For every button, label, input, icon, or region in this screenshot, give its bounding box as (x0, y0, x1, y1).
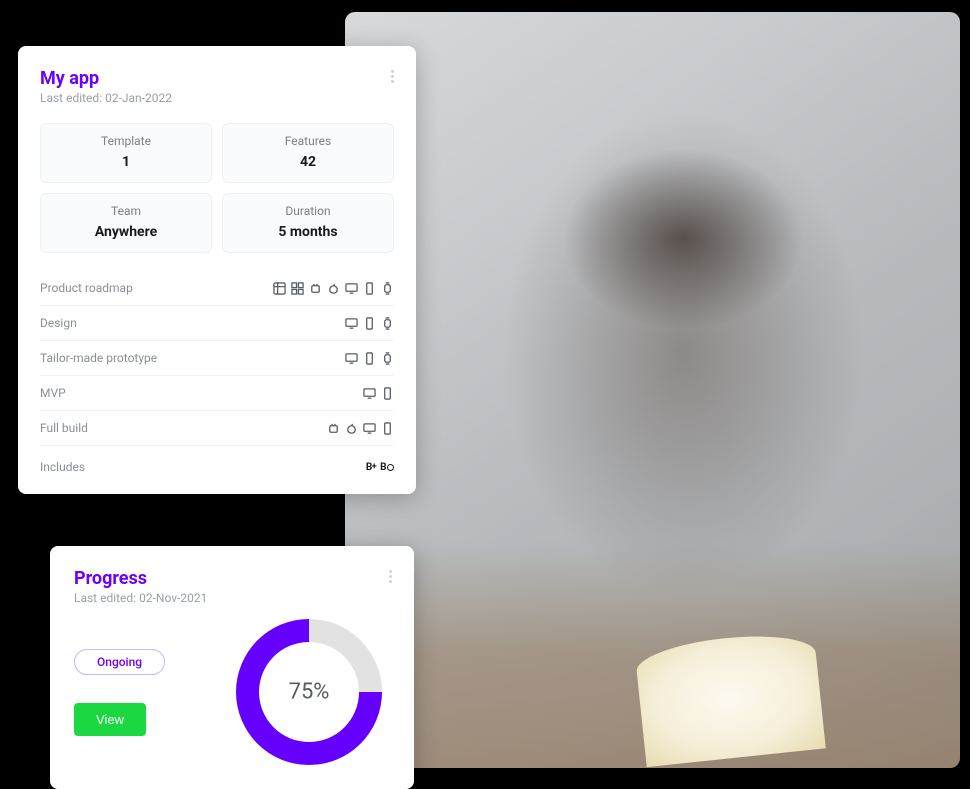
feature-label: Product roadmap (40, 281, 133, 295)
more-menu-icon[interactable] (389, 568, 392, 583)
watch-icon (381, 282, 394, 295)
mobile-icon (363, 282, 376, 295)
stat-duration-label: Duration (231, 204, 385, 218)
feature-label: Full build (40, 421, 88, 435)
stat-features-value: 42 (231, 154, 385, 170)
mobile-icon (381, 387, 394, 400)
stat-team: Team Anywhere (40, 193, 212, 253)
builder-plus-icon: B+ (366, 462, 376, 473)
web-icon (273, 282, 286, 295)
includes-label: Includes (40, 460, 85, 474)
watch-icon (381, 352, 394, 365)
status-pill: Ongoing (74, 649, 165, 675)
hero-photo (345, 12, 960, 768)
watch-icon (381, 317, 394, 330)
grid-icon (291, 282, 304, 295)
progress-percent: 75% (289, 680, 330, 705)
feature-row-prototype: Tailor-made prototype (40, 341, 394, 376)
desktop-icon (363, 387, 376, 400)
feature-label: Tailor-made prototype (40, 351, 157, 365)
app-title: My app (40, 68, 172, 89)
includes-row: Includes B+ B (40, 446, 394, 476)
feature-row-design: Design (40, 306, 394, 341)
stat-team-value: Anywhere (49, 224, 203, 240)
app-summary-card: My app Last edited: 02-Jan-2022 Template… (18, 46, 416, 494)
stat-template: Template 1 (40, 123, 212, 183)
progress-last-edited: Last edited: 02-Nov-2021 (74, 591, 207, 605)
desktop-icon (363, 422, 376, 435)
notebook-shape (634, 629, 826, 767)
android-icon (309, 282, 322, 295)
stat-duration-value: 5 months (231, 224, 385, 240)
builder-circle-icon: B (380, 462, 394, 473)
desktop-icon (345, 282, 358, 295)
apple-icon (327, 282, 340, 295)
mobile-icon (381, 422, 394, 435)
stat-template-value: 1 (49, 154, 203, 170)
feature-label: MVP (40, 386, 66, 400)
mobile-icon (363, 352, 376, 365)
feature-row-mvp: MVP (40, 376, 394, 411)
desktop-icon (345, 352, 358, 365)
apple-icon (345, 422, 358, 435)
more-menu-icon[interactable] (391, 68, 394, 83)
stat-features-label: Features (231, 134, 385, 148)
feature-row-fullbuild: Full build (40, 411, 394, 446)
view-button[interactable]: View (74, 703, 146, 736)
feature-label: Design (40, 316, 77, 330)
android-icon (327, 422, 340, 435)
progress-title: Progress (74, 568, 207, 589)
progress-card: Progress Last edited: 02-Nov-2021 Ongoin… (50, 546, 414, 789)
stat-template-label: Template (49, 134, 203, 148)
stat-team-label: Team (49, 204, 203, 218)
progress-donut: 75% (236, 619, 382, 765)
feature-row-roadmap: Product roadmap (40, 271, 394, 306)
stat-duration: Duration 5 months (222, 193, 394, 253)
app-last-edited: Last edited: 02-Jan-2022 (40, 91, 172, 105)
desktop-icon (345, 317, 358, 330)
stat-features: Features 42 (222, 123, 394, 183)
mobile-icon (363, 317, 376, 330)
